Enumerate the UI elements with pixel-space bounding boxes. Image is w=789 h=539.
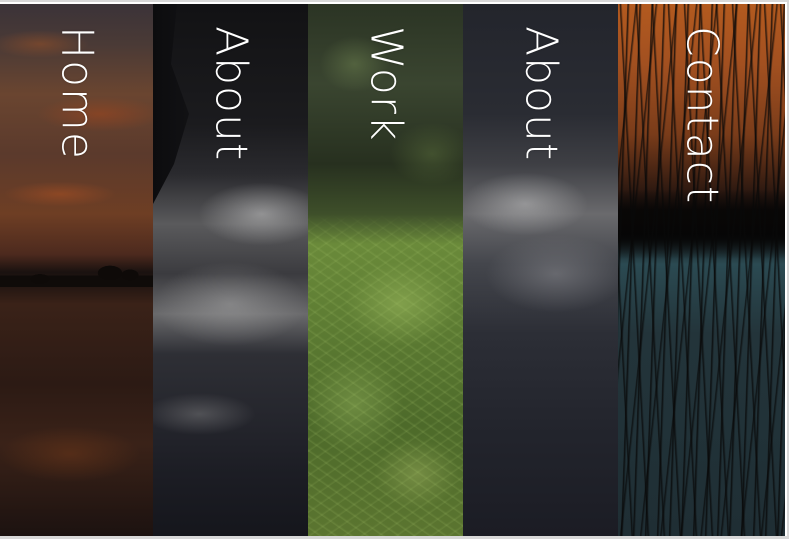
panel-work[interactable]: Work — [308, 4, 463, 536]
panel-label-contact[interactable]: Contact — [677, 26, 728, 204]
treeline-silhouette — [0, 259, 153, 287]
panel-home[interactable]: Home — [0, 4, 153, 536]
nav-panels: Home About Work About Contact — [0, 4, 785, 536]
panel-about-2[interactable]: About — [463, 4, 618, 536]
page-frame: Home About Work About Contact — [0, 0, 789, 539]
panel-label-about[interactable]: About — [206, 26, 257, 161]
panel-about[interactable]: About — [153, 4, 308, 536]
panel-label-home[interactable]: Home — [52, 26, 103, 160]
panel-label-work[interactable]: Work — [361, 26, 412, 141]
panel-contact[interactable]: Contact — [618, 4, 785, 536]
panel-label-about-2[interactable]: About — [516, 26, 567, 161]
